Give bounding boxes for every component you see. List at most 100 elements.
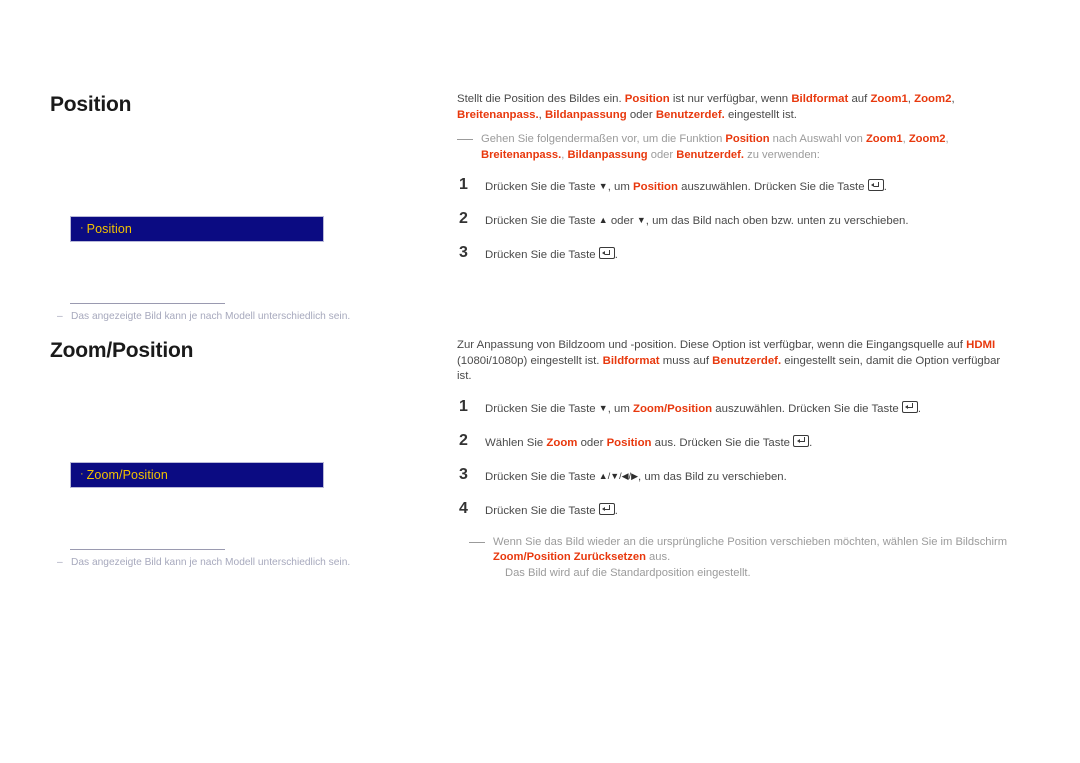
- keyword-zoom: Zoom: [546, 436, 578, 449]
- right-column-position: Stellt die Position des Bildes ein. Posi…: [457, 92, 1017, 265]
- intro-text: Stellt die Position des Bildes ein.: [457, 93, 625, 105]
- footnote-zoom-position: – Das angezeigte Bild kann je nach Modell…: [57, 556, 427, 569]
- footnote-text: Das angezeigte Bild kann je nach Modell …: [71, 557, 351, 568]
- keyword-benutzerdef: Benutzerdef.: [676, 148, 744, 161]
- up-arrow-icon: ▲: [598, 215, 608, 225]
- list-item: 1 Drücken Sie die Taste ▼, um Zoom/Positi…: [457, 397, 1017, 419]
- down-arrow-icon: ▼: [610, 470, 620, 481]
- enter-key-icon: [598, 502, 615, 515]
- left-arrow-icon: ◀: [621, 470, 629, 481]
- intro-text: auf: [848, 93, 871, 105]
- step-text: Drücken Sie die Taste: [485, 181, 599, 193]
- down-arrow-icon: ▼: [598, 402, 608, 413]
- keyword-breitenanpass: Breitenanpass.: [481, 148, 562, 161]
- keyword-zoom-position: Zoom/Position: [633, 402, 713, 415]
- keyword-zoom1: Zoom1: [865, 133, 903, 145]
- list-item: 3 Drücken Sie die Taste .: [457, 244, 1017, 265]
- osd-menu-item-zoom-position[interactable]: · Zoom/Position: [70, 462, 324, 488]
- keyword-zoom-reset-1: Zoom/: [493, 551, 527, 563]
- osd-menu-item-label: Zoom/Position: [86, 467, 168, 482]
- keyword-bildanpassung: Bildanpassung: [567, 148, 648, 161]
- footnote-text: Das angezeigte Bild kann je nach Modell …: [71, 311, 351, 322]
- keyword-zoom-reset-2: Position Zurücksetzen: [526, 551, 646, 563]
- intro-paragraph-zoom-position: Zur Anpassung von Bildzoom und -position…: [457, 338, 1017, 385]
- list-item: 4 Drücken Sie die Taste .: [457, 500, 1017, 521]
- page-title-position: Position: [50, 93, 132, 116]
- down-arrow-icon: ▼: [636, 215, 646, 225]
- osd-menu-item-position[interactable]: · Position: [70, 216, 324, 242]
- step-number: 3: [459, 465, 468, 483]
- bullet-icon: ·: [80, 221, 84, 234]
- keyword-bildformat: Bildformat: [791, 93, 849, 105]
- step-text: Drücken Sie die Taste: [485, 249, 599, 261]
- step-text: Drücken Sie die Taste: [485, 215, 599, 227]
- note-text: Gehen Sie folgendermaßen vor, um die Fun…: [481, 133, 726, 145]
- step-number: 3: [459, 244, 468, 261]
- note-dash-icon: [469, 541, 485, 543]
- step-text: Drücken Sie die Taste: [485, 504, 599, 517]
- step-text: auszuwählen. Drücken Sie die Taste: [712, 402, 902, 415]
- enter-key-icon: [901, 400, 918, 413]
- page-title-zoom-position: Zoom/Position: [50, 339, 194, 362]
- intro-text: Zur Anpassung von Bildzoom und -position…: [457, 339, 967, 351]
- step-text: .: [809, 436, 813, 449]
- note-position: Gehen Sie folgendermaßen vor, um die Fun…: [457, 132, 1017, 163]
- intro-text: oder: [626, 108, 656, 121]
- note-text: ,: [945, 133, 949, 145]
- step-number: 1: [459, 397, 468, 415]
- list-item: 2 Drücken Sie die Taste ▲ oder ▼, um das …: [457, 210, 1017, 231]
- left-column-position: Position · Position – Das angezeigte Bild…: [50, 92, 430, 322]
- step-text: .: [883, 181, 887, 193]
- keyword-zoom1: Zoom1: [870, 93, 908, 105]
- enter-key-icon: [793, 434, 810, 447]
- right-column-zoom-position: Zur Anpassung von Bildzoom und -position…: [457, 338, 1017, 581]
- keyword-position: Position: [624, 93, 670, 105]
- dash-icon: –: [57, 311, 63, 322]
- step-text: auszuwählen. Drücken Sie die Taste: [677, 181, 868, 193]
- keyword-breitenanpass: Breitenanpass.: [457, 108, 539, 121]
- keyword-position: Position: [606, 436, 652, 449]
- keyword-zoom2: Zoom2: [914, 93, 952, 105]
- divider-zoom-position: [70, 549, 225, 550]
- keyword-zoom2: Zoom2: [908, 133, 946, 145]
- step-text: , um das Bild zu verschieben.: [638, 470, 787, 483]
- intro-text: ,: [951, 93, 955, 105]
- note-text: Wenn Sie das Bild wieder an die ursprüng…: [493, 535, 1008, 548]
- step-text: , um: [607, 402, 634, 415]
- note-text: aus.: [645, 551, 671, 563]
- intro-paragraph-position: Stellt die Position des Bildes ein. Posi…: [457, 92, 1017, 123]
- up-arrow-icon: ▲: [598, 470, 608, 481]
- document-page: Position · Position – Das angezeigte Bild…: [0, 0, 1080, 763]
- step-text: , um das Bild nach oben bzw. unten zu ve…: [645, 215, 909, 227]
- step-text: .: [614, 504, 618, 517]
- step-text: Wählen Sie: [485, 436, 547, 449]
- list-item: 2 Wählen Sie Zoom oder Position aus. Drüc…: [457, 431, 1017, 453]
- steps-list-zoom-position: 1 Drücken Sie die Taste ▼, um Zoom/Positi…: [457, 397, 1017, 521]
- note-zoom-position: Wenn Sie das Bild wieder an die ursprüng…: [457, 535, 1017, 582]
- keyword-bildformat: Bildformat: [602, 354, 660, 367]
- osd-menu-item-label: Position: [86, 221, 132, 236]
- keyword-bildanpassung: Bildanpassung: [545, 108, 627, 121]
- step-text: .: [614, 249, 618, 261]
- keyword-benutzerdef: Benutzerdef.: [712, 354, 782, 367]
- note-text: nach Auswahl von: [769, 133, 866, 145]
- intro-text: (1080i/1080p) eingestellt ist.: [457, 354, 603, 367]
- keyword-hdmi: HDMI: [966, 339, 996, 351]
- step-text: Drücken Sie die Taste: [485, 470, 599, 483]
- steps-list-position: 1 Drücken Sie die Taste ▼, um Position au…: [457, 176, 1017, 265]
- enter-key-icon: [867, 179, 884, 191]
- note-dash-icon: [457, 139, 473, 140]
- down-arrow-icon: ▼: [598, 181, 608, 191]
- step-text: oder: [607, 215, 637, 227]
- intro-text: eingestellt ist.: [724, 108, 797, 121]
- note-text: oder: [647, 148, 677, 161]
- footnote-position: – Das angezeigte Bild kann je nach Modell…: [57, 310, 427, 323]
- list-item: 1 Drücken Sie die Taste ▼, um Position au…: [457, 176, 1017, 197]
- right-arrow-icon: ▶: [631, 470, 638, 481]
- step-number: 2: [459, 431, 468, 449]
- step-text: Drücken Sie die Taste: [485, 402, 599, 415]
- keyword-position: Position: [725, 133, 770, 145]
- keyword-benutzerdef: Benutzerdef.: [655, 108, 725, 121]
- dash-icon: –: [57, 557, 63, 568]
- note-text: Das Bild wird auf die Standardposition e…: [505, 566, 751, 579]
